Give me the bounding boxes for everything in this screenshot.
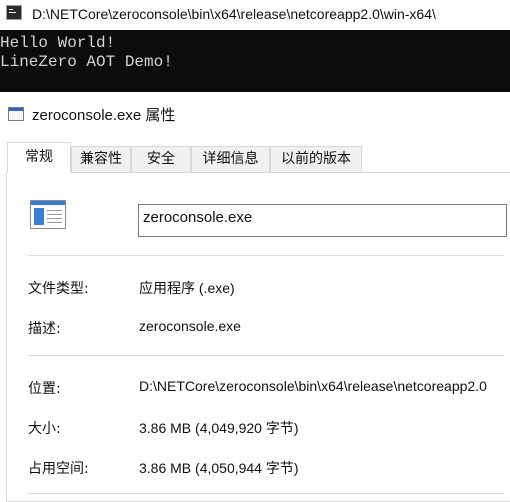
divider	[28, 493, 504, 494]
size-on-disk-label: 占用空间:	[28, 461, 89, 477]
tab-general[interactable]: 常规	[7, 142, 71, 173]
tab-details[interactable]: 详细信息	[191, 146, 270, 172]
window-icon	[8, 107, 24, 121]
description-value: zeroconsole.exe	[139, 318, 241, 334]
application-file-icon	[30, 200, 66, 229]
tab-security[interactable]: 安全	[131, 146, 191, 172]
location-value: D:\NETCore\zeroconsole\bin\x64\release\n…	[139, 378, 487, 394]
description-label: 描述:	[28, 321, 61, 337]
dialog-titlebar[interactable]: zeroconsole.exe 属性	[0, 92, 510, 134]
tab-previous-versions[interactable]: 以前的版本	[270, 146, 362, 172]
divider	[28, 355, 504, 356]
size-value: 3.86 MB (4,049,920 字节)	[139, 420, 299, 436]
size-label: 大小:	[28, 421, 61, 437]
size-on-disk-value: 3.86 MB (4,050,944 字节)	[139, 460, 299, 476]
console-line: LineZero AOT Demo!	[0, 53, 173, 71]
console-app-icon	[6, 5, 22, 20]
properties-dialog: zeroconsole.exe 属性 常规 兼容性 安全 详细信息 以前的版本 …	[0, 92, 510, 502]
location-label: 位置:	[28, 381, 61, 397]
file-type-label: 文件类型:	[28, 281, 89, 297]
console-output[interactable]: Hello World! LineZero AOT Demo!	[0, 30, 510, 92]
file-name-input[interactable]: zeroconsole.exe	[138, 204, 507, 237]
console-line: Hello World!	[0, 34, 116, 52]
console-titlebar: D:\NETCore\zeroconsole\bin\x64\release\n…	[0, 0, 510, 30]
file-type-value: 应用程序 (.exe)	[139, 280, 235, 296]
divider	[28, 255, 504, 256]
console-title: D:\NETCore\zeroconsole\bin\x64\release\n…	[32, 6, 436, 22]
dialog-title: zeroconsole.exe 属性	[32, 107, 176, 124]
tab-compatibility[interactable]: 兼容性	[71, 146, 131, 172]
